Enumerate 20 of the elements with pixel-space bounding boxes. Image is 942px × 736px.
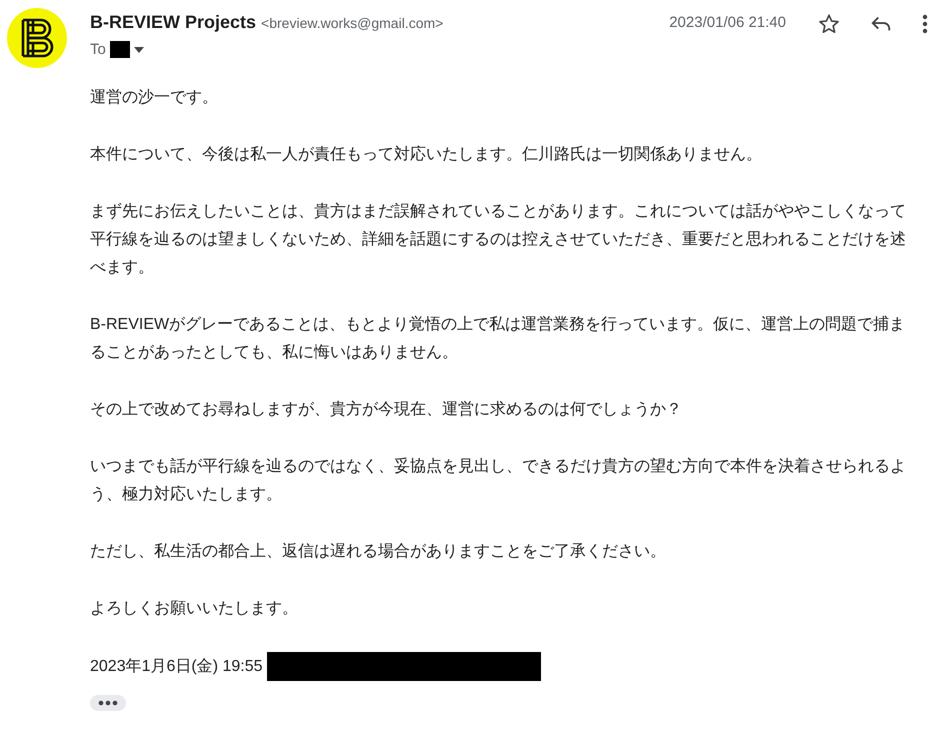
message-paragraph: 本件について、今後は私一人が責任もって対応いたします。仁川路氏は一切関係ありません。 xyxy=(90,144,763,165)
recipient-label: To xyxy=(90,41,106,58)
redaction-bar xyxy=(110,41,130,58)
logo-icon xyxy=(7,8,67,68)
message-paragraph: よろしくお願いいたします。 xyxy=(90,599,299,619)
date-text: 2023/01/06 21:40 xyxy=(669,14,786,31)
sender-name: B-REVIEW Projects xyxy=(90,12,256,33)
more-icon[interactable] xyxy=(922,14,928,34)
message-paragraph: 運営の沙一です。 xyxy=(90,88,219,108)
message-paragraph: いつまでも話が平行線を辿るのではなく、妥協点を見出し、できるだけ貴方の望む方向で本件を決着させられるよう、極力対応いたします。 xyxy=(90,456,907,505)
message-paragraph: その上で改めてお尋ねしますが、貴方が今現在、運営に求めるのは何でしょうか？ xyxy=(90,400,683,420)
sender-email: <breview.works@gmail.com> xyxy=(261,15,444,31)
message-paragraph: B-REVIEWがグレーであることは、もとより覚悟の上で私は運営業務を行っています。仮に、運営上の問題で捕まることがあったとしても、私に悔いはありません。 xyxy=(90,314,906,363)
dropdown-icon[interactable] xyxy=(134,46,144,52)
signature-text: 2023年1月6日(金) 19:55 xyxy=(90,656,263,676)
star-icon[interactable] xyxy=(818,13,840,35)
ellipsis-icon xyxy=(97,700,119,706)
message-paragraph: まず先にお伝えしたいことは、貴方はまだ誤解されていることがあります。これについては話がややこしくなって平行線を辿るのは望ましくないため、詳細を話題にするのは控えさせていただき、重要だと思われることだけを述べます。 xyxy=(90,202,907,278)
message-paragraph: ただし、私生活の都合上、返信は遅れる場合がありますことをご了承ください。 xyxy=(90,542,667,562)
show-trimmed-button[interactable] xyxy=(90,695,126,711)
